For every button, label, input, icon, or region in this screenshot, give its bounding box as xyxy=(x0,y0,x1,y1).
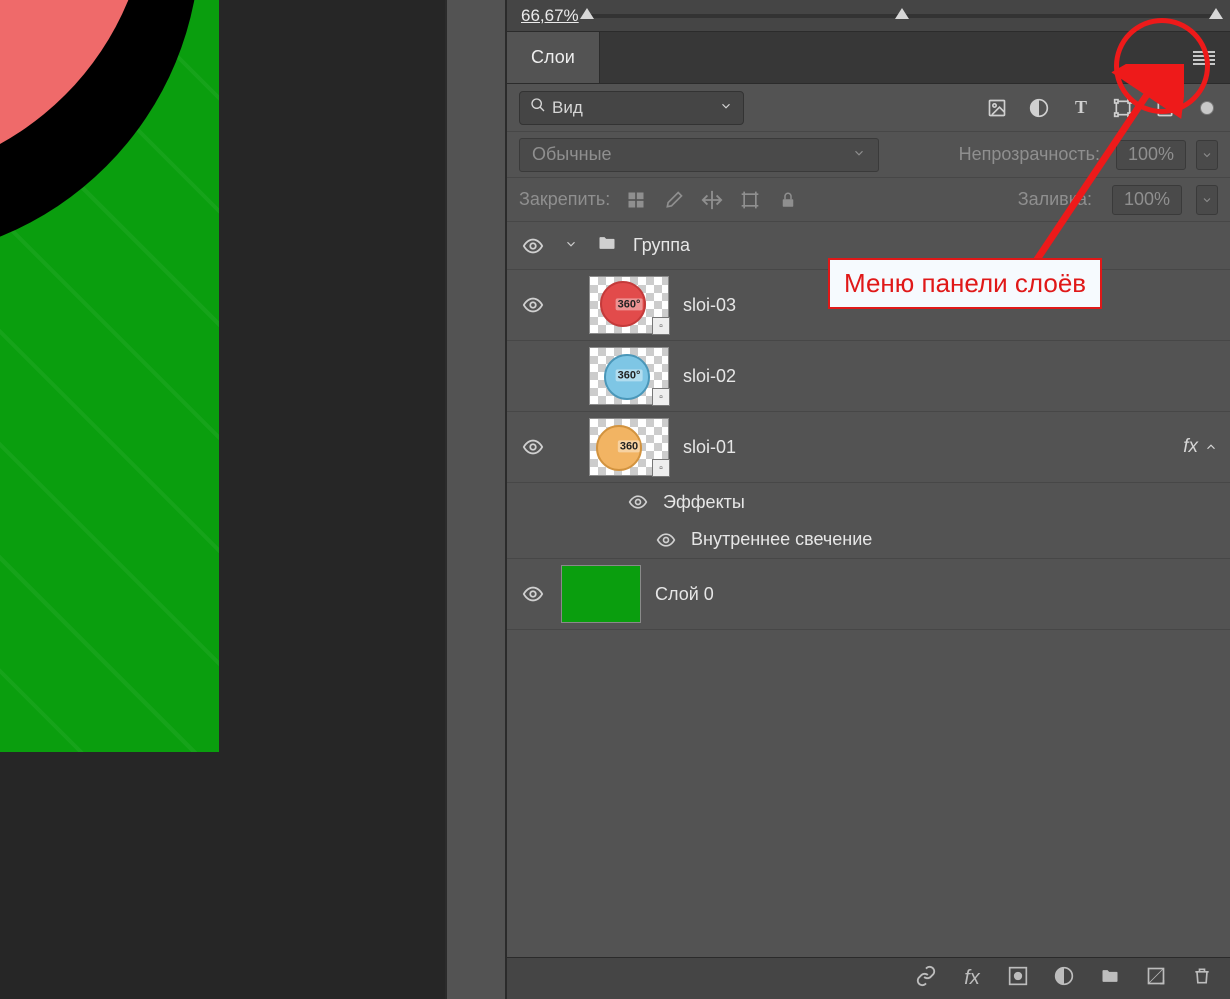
smartobject-badge-icon: ▫ xyxy=(652,317,670,335)
mask-icon[interactable] xyxy=(1006,966,1030,992)
panel-tabs: Слои xyxy=(507,32,1230,84)
fx-indicator[interactable]: fx xyxy=(1183,436,1218,458)
panel-spacer xyxy=(446,0,506,999)
blend-mode-select[interactable]: Обычные xyxy=(519,138,879,172)
lock-artboard-icon[interactable] xyxy=(738,188,762,212)
expand-toggle[interactable] xyxy=(561,236,581,256)
new-layer-icon[interactable] xyxy=(1144,966,1168,992)
hamburger-icon xyxy=(1193,51,1215,65)
fx-icon[interactable]: fx xyxy=(960,967,984,990)
canvas-area[interactable] xyxy=(0,0,446,999)
smartobject-badge-icon: ▫ xyxy=(652,459,670,477)
filter-icons: T xyxy=(986,97,1218,119)
filter-shape-icon[interactable] xyxy=(1112,97,1134,119)
filter-toggle-dot[interactable] xyxy=(1196,97,1218,119)
adjustment-icon[interactable] xyxy=(1052,966,1076,992)
blend-row: Обычные Непрозрачность: 100% xyxy=(507,132,1230,178)
fill-chevron[interactable] xyxy=(1196,185,1218,215)
fill-label: Заливка: xyxy=(1018,189,1092,210)
fx-label: Эффекты xyxy=(663,492,745,513)
layers-panel: 66,67% Слои Вид T xyxy=(506,0,1230,999)
zoom-bar: 66,67% xyxy=(507,0,1230,32)
chevron-down-icon xyxy=(719,98,733,118)
visibility-toggle[interactable] xyxy=(519,436,547,458)
zoom-value[interactable]: 66,67% xyxy=(521,6,579,26)
layer-kind-value: Вид xyxy=(552,98,583,118)
layer-kind-filter[interactable]: Вид xyxy=(519,91,744,125)
group-name[interactable]: Группа xyxy=(633,235,690,256)
layer-row[interactable]: Слой 0 xyxy=(507,559,1230,630)
smartobject-badge-icon: ▫ xyxy=(652,388,670,406)
layer-thumbnail[interactable]: 360▫ xyxy=(589,418,669,476)
lock-brush-icon[interactable] xyxy=(662,188,686,212)
fx-inner-glow: Внутреннее свечение xyxy=(691,529,872,550)
layer-group-row[interactable]: Группа xyxy=(507,222,1230,270)
layer-row[interactable]: 360°▫ sloi-02 xyxy=(507,341,1230,412)
layer-filter-row: Вид T xyxy=(507,84,1230,132)
opacity-value[interactable]: 100% xyxy=(1116,140,1186,170)
visibility-toggle[interactable] xyxy=(519,235,547,257)
layer-name[interactable]: Слой 0 xyxy=(655,584,714,605)
lock-position-icon[interactable] xyxy=(700,188,724,212)
lock-pixels-icon[interactable] xyxy=(624,188,648,212)
link-layers-icon[interactable] xyxy=(914,965,938,993)
layer-thumbnail[interactable]: 360°▫ xyxy=(589,347,669,405)
opacity-chevron[interactable] xyxy=(1196,140,1218,170)
layer-thumbnail[interactable]: 360°▫ xyxy=(589,276,669,334)
filter-adjustment-icon[interactable] xyxy=(1028,97,1050,119)
filter-smartobject-icon[interactable] xyxy=(1154,97,1176,119)
trash-icon[interactable] xyxy=(1190,966,1214,992)
visibility-toggle[interactable] xyxy=(627,492,649,512)
zoom-slider[interactable] xyxy=(587,14,1216,18)
layer-row[interactable]: 360°▫ sloi-03 xyxy=(507,270,1230,341)
fx-item-row[interactable]: Внутреннее свечение xyxy=(507,521,1230,559)
layer-row[interactable]: 360▫ sloi-01 fx xyxy=(507,412,1230,483)
chevron-down-icon xyxy=(852,144,866,165)
layer-name[interactable]: sloi-03 xyxy=(683,295,736,316)
fill-value[interactable]: 100% xyxy=(1112,185,1182,215)
filter-type-icon[interactable]: T xyxy=(1070,97,1092,119)
opacity-label: Непрозрачность: xyxy=(959,144,1100,165)
layer-thumbnail[interactable] xyxy=(561,565,641,623)
layers-list: Группа 360°▫ sloi-03 360°▫ sloi-02 360▫ … xyxy=(507,222,1230,957)
layer-name[interactable]: sloi-02 xyxy=(683,366,736,387)
fx-header-row[interactable]: Эффекты xyxy=(507,483,1230,521)
new-group-icon[interactable] xyxy=(1098,966,1122,992)
visibility-toggle[interactable] xyxy=(655,530,677,550)
folder-icon xyxy=(595,233,619,259)
visibility-toggle[interactable] xyxy=(519,583,547,605)
search-icon xyxy=(530,97,546,118)
tab-layers-label: Слои xyxy=(531,47,575,68)
panel-menu-button[interactable] xyxy=(1178,32,1230,84)
blend-mode-value: Обычные xyxy=(532,144,612,165)
filter-image-icon[interactable] xyxy=(986,97,1008,119)
artboard xyxy=(0,0,219,752)
lock-all-icon[interactable] xyxy=(776,188,800,212)
lock-row: Закрепить: Заливка: 100% xyxy=(507,178,1230,222)
layer-name[interactable]: sloi-01 xyxy=(683,437,736,458)
lock-label: Закрепить: xyxy=(519,189,610,210)
visibility-toggle[interactable] xyxy=(519,294,547,316)
layers-bottom-bar: fx xyxy=(507,957,1230,999)
tab-layers[interactable]: Слои xyxy=(507,32,600,83)
